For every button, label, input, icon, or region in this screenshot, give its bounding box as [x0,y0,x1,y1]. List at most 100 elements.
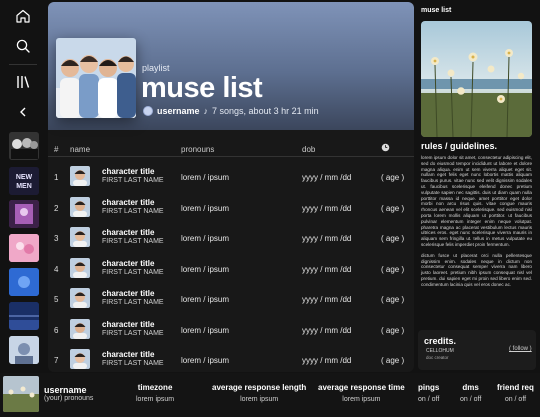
character-name: FIRST LAST NAME [102,268,164,276]
playlist-thumb-4[interactable] [9,234,39,262]
side-label: muse list [421,7,452,14]
playlist-thumb-2[interactable]: NEW MEN [9,167,39,195]
side-photo [421,21,532,137]
character-pronouns: lorem / ipsum [181,356,230,365]
track-number: 6 [54,325,59,335]
track-number: 2 [54,203,59,213]
character-age: ( age ) [381,325,405,335]
owner-name[interactable]: username [157,106,200,116]
character-pronouns: lorem / ipsum [181,203,230,213]
credits-title: credits. [424,336,457,346]
rules-title: rules / guidelines. [421,141,498,151]
playlist-thumb-6[interactable] [9,302,39,330]
footer-col-response-length: average response length lorem ipsum [212,383,307,403]
rules-paragraph-1: lorem ipsum dolor sit amet, consectetur … [421,155,532,247]
character-pronouns: lorem / ipsum [181,234,230,243]
footer-col-dms[interactable]: dms on / off [460,383,481,403]
collapse-button[interactable] [4,98,42,126]
character-pronouns: lorem / ipsum [181,295,230,304]
playlist-thumb-1[interactable] [9,132,39,160]
character-pronouns: lorem / ipsum [181,264,230,274]
track-row[interactable]: 4 character title FIRST LAST NAME lorem / i… [48,254,414,284]
svg-text:NEW: NEW [16,174,33,181]
footer-bar: username (your) pronouns timezone lorem i… [0,373,540,417]
character-avatar [70,166,90,186]
column-name[interactable]: name [70,145,90,154]
character-avatar [70,318,90,339]
track-number: 7 [54,356,59,365]
track-row[interactable]: 7 character title FIRST LAST NAME lorem / i… [48,345,414,372]
character-dob: yyyy / mm /dd [302,234,352,243]
character-dob: yyyy / mm /dd [302,203,352,213]
track-row[interactable]: 1 character title FIRST LAST NAME lorem / i… [48,162,414,192]
character-title[interactable]: character title [102,198,154,207]
rail-divider [9,64,37,65]
playlist-thumb-7[interactable] [9,336,39,364]
character-dob: yyyy / mm /dd [302,356,352,365]
column-dob[interactable]: dob [302,145,315,154]
character-title[interactable]: character title [102,167,154,176]
playlist-thumb-3[interactable] [9,200,39,228]
character-name: FIRST LAST NAME [102,360,164,367]
rules-text: lorem ipsum dolor sit amet, consectetur … [421,155,532,288]
character-age: ( age ) [381,295,405,304]
character-age: ( age ) [381,173,405,182]
footer-username: username [44,385,87,395]
character-title[interactable]: character title [102,228,154,237]
search-button[interactable] [4,32,42,60]
character-avatar [70,288,90,308]
character-avatar [70,349,90,369]
track-row[interactable]: 3 character title FIRST LAST NAME lorem / i… [48,223,414,253]
footer-pronouns: (your) pronouns [44,395,94,402]
character-name: FIRST LAST NAME [102,238,164,245]
footer-col-timezone: timezone lorem ipsum [136,383,175,403]
follow-link[interactable]: ( follow ) [509,346,532,352]
svg-text:MEN: MEN [16,183,32,190]
library-icon [17,76,30,88]
character-pronouns: lorem / ipsum [181,325,230,335]
character-title[interactable]: character title [102,350,154,359]
character-dob: yyyy / mm /dd [302,295,352,304]
track-row[interactable]: 2 character title FIRST LAST NAME lorem / i… [48,193,414,223]
music-note-icon: ♪ [203,106,209,116]
playlist-thumb-5[interactable] [9,268,39,296]
character-age: ( age ) [381,264,405,274]
character-name: FIRST LAST NAME [102,207,164,215]
character-title[interactable]: character title [102,320,154,329]
library-button[interactable] [4,68,42,96]
playlist-stats: 7 songs, about 3 hr 21 min [212,106,319,116]
footer-thumbnail [3,376,39,412]
character-dob: yyyy / mm /dd [302,325,352,335]
chevron-left-icon [20,107,26,117]
playlist-panel: playlist muse list username ♪ 7 songs, a… [48,2,414,372]
character-age: ( age ) [381,234,405,243]
owner-avatar[interactable] [143,106,153,116]
track-row[interactable]: 6 character title FIRST LAST NAME lorem / i… [48,315,414,345]
track-number: 3 [54,234,59,243]
credits-name: CELLOHUM [426,348,454,354]
character-dob: yyyy / mm /dd [302,173,352,182]
column-num: # [54,145,59,154]
character-title[interactable]: character title [102,259,154,268]
home-button[interactable] [4,2,42,30]
left-rail: NEW MEN [0,0,46,372]
character-title[interactable]: character title [102,289,154,298]
track-number: 1 [54,173,59,182]
footer-col-pings[interactable]: pings on / off [418,383,439,403]
credits-role: doc creator [426,355,449,360]
footer-col-friend-req[interactable]: friend req on / off [497,383,534,403]
credits-card: credits. CELLOHUM doc creator ( follow ) [418,330,536,370]
home-icon [16,9,30,23]
footer-col-response-time: average response time lorem ipsum [318,383,405,403]
playlist-meta: username ♪ 7 songs, about 3 hr 21 min [143,106,319,116]
character-name: FIRST LAST NAME [102,299,164,306]
character-dob: yyyy / mm /dd [302,264,352,274]
character-avatar [70,227,90,247]
column-pronouns[interactable]: pronouns [181,145,214,154]
playlist-cover-image [56,38,136,118]
search-icon [16,39,30,53]
track-number: 4 [54,264,59,274]
rules-paragraph-2: dictum fusce ut placerat orci nulla pell… [421,252,532,287]
track-row[interactable]: 5 character title FIRST LAST NAME lorem / i… [48,284,414,314]
character-pronouns: lorem / ipsum [181,173,230,182]
